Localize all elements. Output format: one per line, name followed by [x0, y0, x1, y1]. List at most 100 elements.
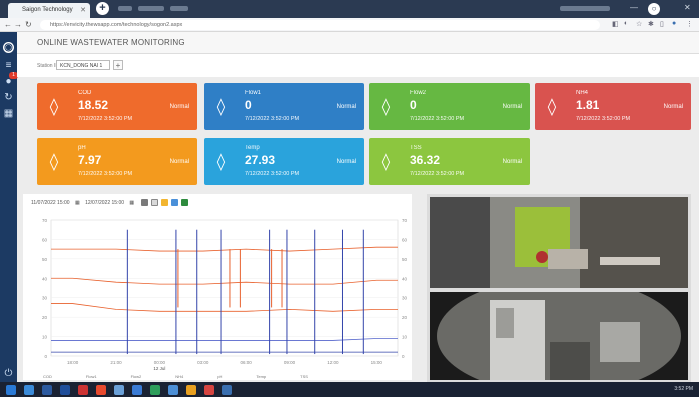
station-value: KCN_DONG NAI 1 — [60, 63, 103, 69]
camera-feed-2[interactable] — [430, 292, 688, 380]
add-station-button[interactable]: + — [113, 60, 123, 70]
extension-icon[interactable]: ◐ — [624, 20, 628, 27]
from-date[interactable]: 11/07/2022 15:00 — [31, 200, 70, 206]
windows-taskbar: 3:52 PM — [0, 382, 699, 397]
blurred-tab[interactable] — [118, 6, 132, 11]
legend-item[interactable]: COD — [43, 374, 52, 379]
sidebar-icon[interactable]: ▯ — [660, 20, 664, 28]
y-right-tick-label: 50 — [402, 257, 408, 262]
legend-item[interactable]: Flow1 — [86, 374, 97, 379]
page-title: ONLINE WASTEWATER MONITORING — [37, 38, 185, 47]
browser-tab[interactable]: Saigon Technology ✕ — [8, 3, 90, 18]
legend-item[interactable]: TSS — [300, 374, 308, 379]
station-select[interactable]: KCN_DONG NAI 1 — [56, 60, 110, 70]
start-icon[interactable] — [6, 385, 16, 395]
to-date[interactable]: 12/07/2022 15:00 — [85, 200, 124, 206]
y-right-tick-label: 30 — [402, 296, 408, 301]
card-tss[interactable]: ◊ TSS 36.32 Normal 7/12/2022 3:52:00 PM — [369, 138, 530, 185]
card-value: 18.52 — [78, 98, 109, 112]
puzzle-icon[interactable]: ✱ — [648, 20, 654, 28]
close-icon[interactable]: ✕ — [80, 6, 86, 14]
y-right-tick-label: 60 — [402, 237, 408, 242]
refresh-icon[interactable]: ↻ — [3, 92, 14, 103]
excel-icon[interactable] — [181, 199, 188, 206]
chart-toolbar: 11/07/2022 15:00 ▦ 12/07/2022 15:00 ▦ — [31, 200, 138, 206]
card-status: Normal — [169, 104, 189, 110]
taskbar-app-icon[interactable] — [60, 385, 70, 395]
restore-icon[interactable]: ○ — [648, 3, 660, 15]
x-tick-label: 12:00 — [327, 360, 339, 365]
profile-icon[interactable]: ● — [672, 20, 676, 27]
taskbar-app-icon[interactable] — [150, 385, 160, 395]
minimize-icon[interactable]: — — [630, 3, 638, 12]
y-tick-label: 70 — [42, 218, 48, 223]
blurred-tab[interactable] — [138, 6, 164, 11]
settings-icon[interactable] — [141, 199, 148, 206]
legend-item[interactable]: NH4 — [175, 374, 183, 379]
taskbar-app-icon[interactable] — [42, 385, 52, 395]
card-nh4[interactable]: ◊ NH4 1.81 Normal 7/12/2022 3:52:00 PM — [535, 83, 691, 130]
back-icon[interactable]: ← — [4, 20, 12, 29]
card-name: Temp — [245, 145, 260, 151]
camera-1-image — [430, 197, 688, 288]
camera-2-image — [430, 292, 688, 380]
card-ph[interactable]: ◊ pH 7.97 Normal 7/12/2022 3:52:00 PM — [37, 138, 197, 185]
card-name: Flow1 — [245, 90, 262, 96]
taskbar-app-icon[interactable] — [78, 385, 88, 395]
line-chart: 0 0 10 10 20 20 30 30 40 40 50 50 60 60 70 70 18:00 21:00… — [42, 218, 408, 371]
droplet-icon: ◊ — [216, 97, 226, 117]
y-tick-label: 40 — [42, 276, 48, 281]
logout-icon[interactable]: ⏻ — [3, 368, 14, 379]
hamburger-icon[interactable]: ≡ — [3, 60, 14, 71]
legend-item[interactable]: pH — [217, 374, 222, 379]
taskbar-app-icon[interactable] — [24, 385, 34, 395]
card-status: Normal — [336, 159, 356, 165]
taskbar-app-icon[interactable] — [96, 385, 106, 395]
y-tick-label: 0 — [44, 354, 47, 359]
forward-icon[interactable]: → — [14, 20, 22, 29]
card-cod[interactable]: ◊ COD 18.52 Normal 7/12/2022 3:52:00 PM — [37, 83, 197, 130]
calendar-icon[interactable]: ▦ — [129, 200, 134, 206]
card-flow2[interactable]: ◊ Flow2 0 Normal 7/12/2022 3:52:00 PM — [369, 83, 530, 130]
tab-title: Saigon Technology — [22, 7, 73, 13]
extension-icon[interactable]: ☆ — [636, 20, 642, 28]
x-tick-label: 15:00 — [371, 360, 383, 365]
card-name: Flow2 — [410, 90, 427, 96]
image-icon[interactable] — [171, 199, 178, 206]
left-sidebar: ◉ ≡ ● 1 ↻ ▦ ⏻ — [0, 32, 18, 382]
grid-icon[interactable]: ▦ — [3, 108, 14, 119]
card-value: 27.93 — [245, 153, 276, 167]
url-field[interactable]: https://envicity.thewsapp.com/technology… — [40, 20, 600, 30]
extension-icon[interactable]: ◧ — [612, 20, 619, 28]
x-tick-label: 06:00 — [241, 360, 253, 365]
clear-icon[interactable] — [151, 199, 158, 206]
card-flow1[interactable]: ◊ Flow1 0 Normal 7/12/2022 3:52:00 PM — [204, 83, 364, 130]
taskbar-app-icon[interactable] — [132, 385, 142, 395]
reload-icon[interactable]: ↻ — [25, 20, 32, 29]
card-value: 36.32 — [410, 153, 441, 167]
legend-item[interactable]: Flow2 — [131, 374, 142, 379]
blurred-tab[interactable] — [170, 6, 188, 11]
y-tick-label: 30 — [42, 296, 48, 301]
taskbar-app-icon[interactable] — [186, 385, 196, 395]
calendar-icon[interactable]: ▦ — [75, 200, 80, 206]
station-selector-row: Station ID: KCN_DONG NAI 1 + — [17, 54, 699, 77]
droplet-icon: ◊ — [381, 97, 391, 117]
droplet-icon: ◊ — [49, 152, 59, 172]
system-clock[interactable]: 3:52 PM — [674, 386, 693, 392]
taskbar-app-icon[interactable] — [114, 385, 124, 395]
legend-item[interactable]: Temp — [256, 374, 266, 379]
logo-icon: ◉ — [3, 42, 14, 53]
card-temp[interactable]: ◊ Temp 27.93 Normal 7/12/2022 3:52:00 PM — [204, 138, 364, 185]
export-icon[interactable] — [161, 199, 168, 206]
taskbar-app-icon[interactable] — [204, 385, 214, 395]
new-tab-icon[interactable]: + — [96, 2, 109, 15]
menu-icon[interactable]: ⋮ — [686, 20, 693, 28]
taskbar-app-icon[interactable] — [222, 385, 232, 395]
card-time: 7/12/2022 3:52:00 PM — [245, 116, 300, 122]
camera-feed-1[interactable] — [430, 197, 688, 288]
x-date-marker: 12 Jul — [153, 366, 165, 371]
taskbar-app-icon[interactable] — [168, 385, 178, 395]
droplet-icon: ◊ — [49, 97, 59, 117]
window-close-icon[interactable]: ✕ — [684, 3, 691, 12]
